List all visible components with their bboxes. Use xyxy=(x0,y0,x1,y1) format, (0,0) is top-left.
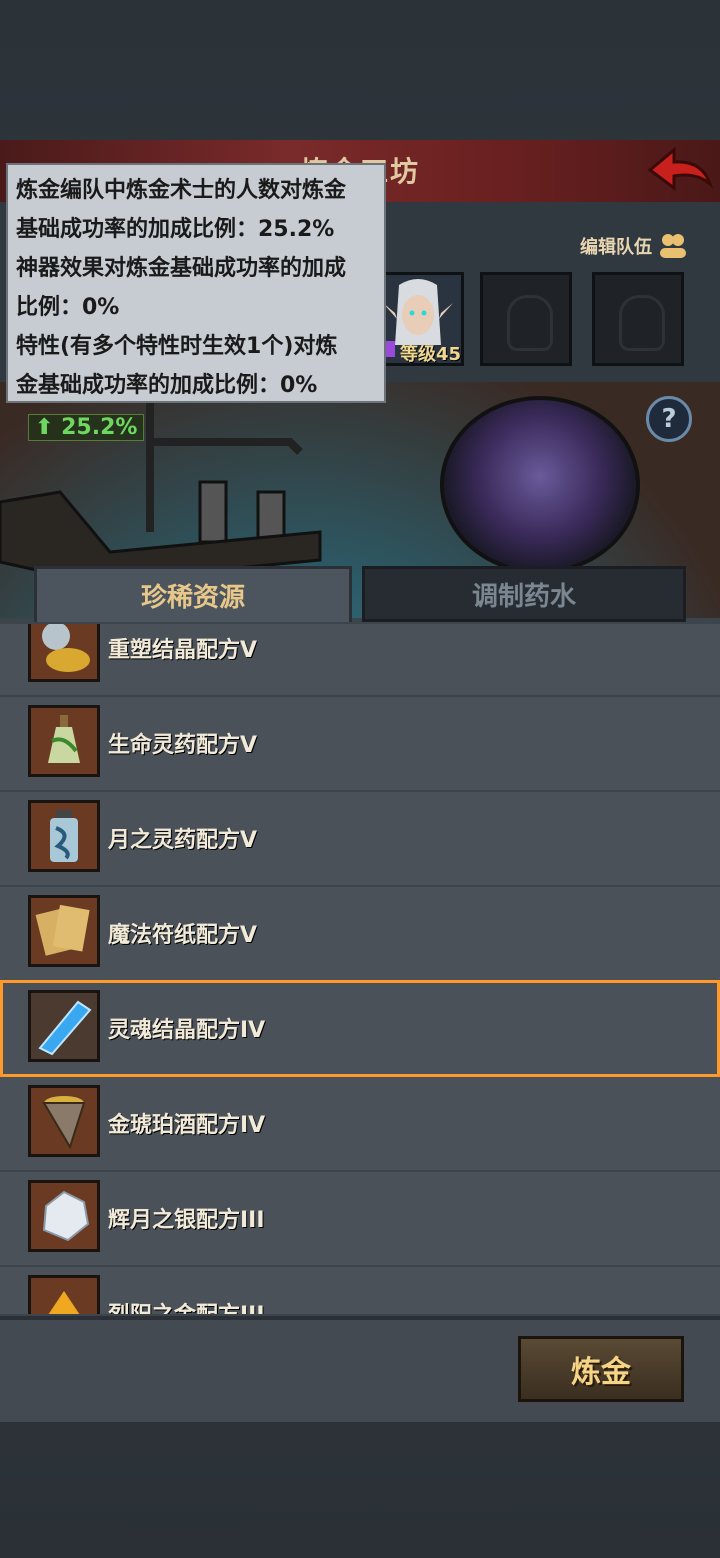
back-arrow-icon xyxy=(647,146,714,191)
tab-brew-potions[interactable]: 调制药水 xyxy=(362,566,686,622)
question-icon: ? xyxy=(661,404,677,434)
alchemy-flask-icon xyxy=(440,396,640,574)
blue-crystal-icon xyxy=(28,990,100,1062)
tooltip-line: 特性(有多个特性时生效1个)对炼 xyxy=(16,334,338,359)
tab-bar: 珍稀资源 调制药水 xyxy=(30,566,690,624)
tab-rare-resources[interactable]: 珍稀资源 xyxy=(34,566,352,622)
back-button[interactable] xyxy=(646,146,714,192)
gold-gem-icon xyxy=(28,1275,100,1314)
recipe-row[interactable]: 重塑结晶配方V xyxy=(0,624,720,697)
green-potion-icon xyxy=(28,705,100,777)
recipe-label: 月之灵药配方V xyxy=(108,828,258,853)
horn-cup-icon xyxy=(28,1085,100,1157)
silver-ore-icon xyxy=(28,1180,100,1252)
team-icon xyxy=(660,234,686,258)
edit-team-button[interactable]: 编辑队伍 xyxy=(580,232,688,260)
recipe-row[interactable]: 辉月之银配方III xyxy=(0,1170,720,1267)
recipe-label: 辉月之银配方III xyxy=(108,1208,265,1233)
recipe-label: 灵魂结晶配方IV xyxy=(108,1018,266,1043)
recipe-row-selected[interactable]: 灵魂结晶配方IV xyxy=(0,980,720,1077)
tooltip-line: 神器效果对炼金基础成功率的加成 xyxy=(16,256,347,281)
bonus-value: 25.2% xyxy=(61,415,138,440)
hero-level: 等级45 xyxy=(400,344,462,365)
tooltip-line: 比例：0% xyxy=(16,295,120,320)
help-button[interactable]: ? xyxy=(646,396,692,442)
hero-slot-empty-2[interactable] xyxy=(592,272,684,366)
recipe-label: 金琥珀酒配方IV xyxy=(108,1113,266,1138)
tooltip-line: 炼金编队中炼金术士的人数对炼金 xyxy=(16,178,347,203)
recipe-row[interactable]: 生命灵药配方V xyxy=(0,695,720,792)
gold-pile-icon xyxy=(28,624,100,682)
alchemy-button[interactable]: 炼金 xyxy=(518,1336,684,1402)
recipe-row[interactable]: 金琥珀酒配方IV xyxy=(0,1075,720,1172)
recipe-label: 魔法符纸配方V xyxy=(108,923,258,948)
recipe-row[interactable]: 魔法符纸配方V xyxy=(0,885,720,982)
recipe-row[interactable]: 烈阳之金配方III xyxy=(0,1265,720,1314)
tooltip-line: 金基础成功率的加成比例：0% xyxy=(16,373,318,398)
hero-slot-empty-1[interactable] xyxy=(480,272,572,366)
up-arrow-icon: ⬆ xyxy=(35,415,54,440)
edit-team-label: 编辑队伍 xyxy=(580,237,652,258)
recipe-label: 烈阳之金配方III xyxy=(108,1297,265,1314)
success-rate-bonus: ⬆ 25.2% xyxy=(28,414,145,441)
blue-bottle-icon xyxy=(28,800,100,872)
recipe-row[interactable]: 月之灵药配方V xyxy=(0,790,720,887)
recipe-label: 重塑结晶配方V xyxy=(108,638,258,663)
success-rate-tooltip: 炼金编队中炼金术士的人数对炼金 基础成功率的加成比例：25.2% 神器效果对炼金… xyxy=(6,163,386,403)
parchment-icon xyxy=(28,895,100,967)
recipe-list[interactable]: 重塑结晶配方V 生命灵药配方V 月之灵药配方V 魔法符纸配方V 灵魂结晶配方IV… xyxy=(0,624,720,1314)
recipe-label: 生命灵药配方V xyxy=(108,733,258,758)
tooltip-line: 基础成功率的加成比例：25.2% xyxy=(16,217,335,242)
